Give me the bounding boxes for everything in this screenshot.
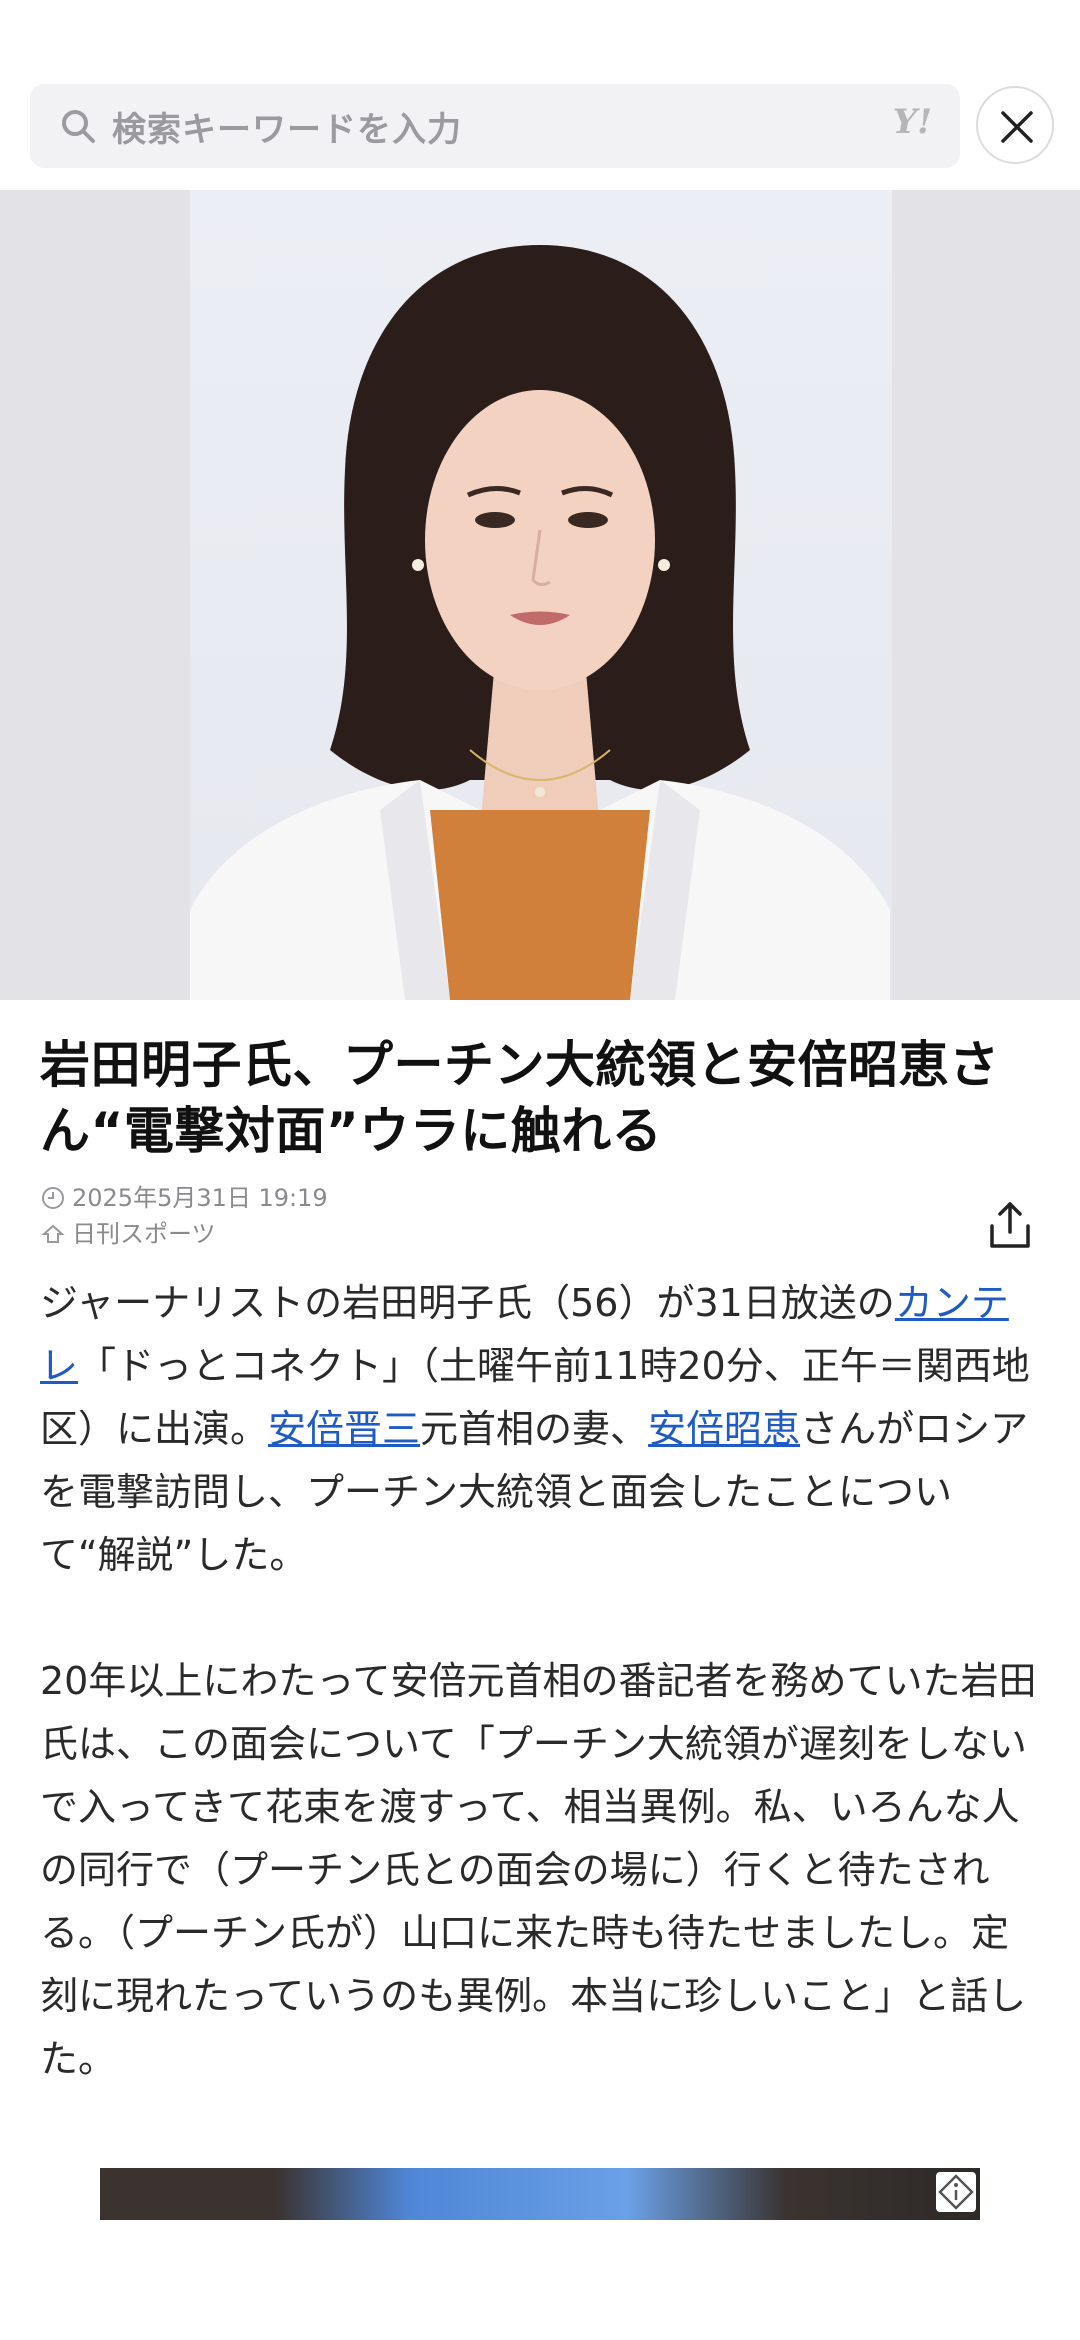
search-icon (62, 110, 95, 143)
article-title: 岩田明子氏、プーチン大統領と安倍昭恵さん“電撃対面”ウラに触れる (40, 1036, 1000, 1160)
share-icon[interactable] (986, 1200, 1034, 1252)
search-placeholder: 検索キーワードを入力 (112, 110, 462, 150)
ad-info-badge[interactable] (936, 2172, 976, 2212)
yahoo-logo: Y! (892, 102, 932, 142)
search-input[interactable]: 検索キーワードを入力 Y! (30, 84, 960, 168)
source-row: 日刊スポーツ (40, 1216, 328, 1252)
text-segment: 元首相の妻、 (420, 1407, 649, 1451)
close-icon (1001, 111, 1033, 143)
link-abe-akie[interactable]: 安倍昭恵 (648, 1407, 800, 1451)
paragraph-1: ジャーナリストの岩田明子氏（56）が31日放送のカンテレ「ドっとコネクト」（土曜… (40, 1272, 1045, 1587)
source-icon (41, 1224, 65, 1243)
link-abe-shinzo[interactable]: 安倍晋三 (268, 1407, 420, 1451)
portrait-illustration (190, 245, 890, 1000)
clock-icon (42, 1187, 64, 1209)
article-hero-image[interactable] (0, 190, 1080, 1000)
article-body: ジャーナリストの岩田明子氏（56）が31日放送のカンテレ「ドっとコネクト」（土曜… (40, 1272, 1045, 2154)
article-meta: 2025年5月31日 19:19 日刊スポーツ (40, 1180, 328, 1252)
ad-banner[interactable] (100, 2168, 980, 2220)
ad-info-icon (938, 2174, 974, 2210)
article-source[interactable]: 日刊スポーツ (72, 1216, 216, 1252)
close-button[interactable] (976, 86, 1054, 164)
date-row: 2025年5月31日 19:19 (40, 1180, 328, 1216)
article-date: 2025年5月31日 19:19 (72, 1184, 328, 1212)
text-segment: ジャーナリストの岩田明子氏（56）が31日放送の (40, 1281, 895, 1325)
top-bar: 検索キーワードを入力 Y! (0, 0, 1080, 191)
paragraph-2: 20年以上にわたって安倍元首相の番記者を務めていた岩田氏は、この面会について「プ… (40, 1659, 1037, 2081)
